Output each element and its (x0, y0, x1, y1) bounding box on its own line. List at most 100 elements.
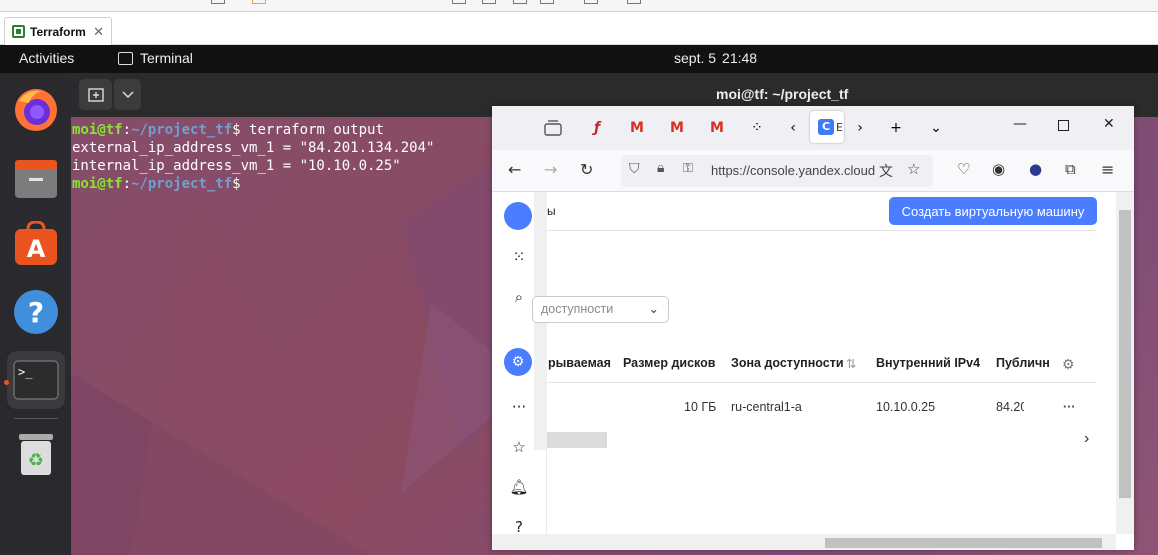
tab-scroll-right[interactable]: › (845, 114, 875, 142)
tab-list-button[interactable] (538, 114, 568, 142)
create-vm-button[interactable]: Создать виртуальную машину (889, 197, 1097, 225)
clock-date: sept. 5 (674, 50, 717, 66)
horizontal-scrollbar[interactable] (492, 534, 1116, 550)
column-header[interactable]: Внутренний IPv4 (876, 356, 980, 370)
tab-gmail-2[interactable]: M (662, 114, 692, 142)
firefox-window: ƒ M M M ⁘ ‹ C E › + ⌄ — ✕ ← → ↻ ⛉ 🔒︎ ⚿ h… (492, 106, 1134, 550)
grid-app-icon: ⁘ (751, 120, 763, 136)
tab-yandex-console[interactable]: C E (810, 111, 844, 143)
prompt-colon: : (122, 122, 132, 138)
horizontal-scroll-thumb[interactable] (825, 538, 1102, 548)
maximize-button[interactable] (1058, 120, 1069, 131)
shield-icon[interactable]: ⛉ (629, 161, 640, 177)
tab-gmail-1[interactable]: M (622, 114, 652, 142)
url-bar[interactable]: ⛉ 🔒︎ ⚿ https://console.yandex.cloud 文 ☆ (621, 155, 933, 187)
header-divider (547, 230, 1097, 231)
active-tab-title: E (836, 120, 843, 134)
tab-grid-app[interactable]: ⁘ (742, 114, 772, 142)
extension-icon[interactable]: ● (1029, 160, 1042, 178)
menu-hamburger-icon[interactable]: ≡ (1101, 160, 1114, 179)
new-tab-button[interactable]: + (881, 114, 911, 142)
svg-text:?: ? (28, 296, 44, 329)
vm-tab-terraform[interactable]: Terraform ✕ (4, 17, 112, 45)
activities-button[interactable]: Activities (19, 50, 74, 66)
app-center-icon: A (15, 221, 57, 265)
bookmark-star-icon[interactable]: ☆ (907, 160, 920, 178)
table-cell-zone: ru-central1-a (731, 400, 802, 414)
svg-text:>_: >_ (18, 365, 33, 379)
prompt-path: ~/project_tf (131, 122, 233, 138)
tab-gmail-3[interactable]: M (702, 114, 732, 142)
dock-app-center[interactable]: A (7, 215, 65, 273)
tab-formula[interactable]: ƒ (582, 114, 612, 142)
toolbar-icon[interactable] (452, 0, 466, 4)
prompt-path: ~/project_tf (131, 176, 233, 192)
app-menu[interactable]: Terminal (118, 50, 193, 66)
more-icon[interactable]: ··· (509, 398, 529, 416)
tab-list-dropdown[interactable]: ⌄ (921, 114, 951, 142)
firefox-tab-strip: ƒ M M M ⁘ ‹ C E › + ⌄ — ✕ (492, 106, 1134, 150)
toolbar-icon[interactable] (584, 0, 598, 4)
sort-icon[interactable]: ⇅ (846, 356, 856, 371)
close-icon[interactable]: ✕ (93, 24, 104, 40)
minimize-button[interactable]: — (1013, 116, 1027, 132)
zone-filter-select[interactable]: доступности ⌄ (532, 296, 669, 323)
close-button[interactable]: ✕ (1103, 116, 1115, 132)
vertical-scrollbar[interactable] (1116, 192, 1134, 534)
chevron-down-icon (121, 90, 134, 98)
new-tab-icon (87, 87, 104, 102)
dock-terminal[interactable]: >_ (7, 351, 65, 409)
vertical-scroll-thumb[interactable] (1119, 210, 1131, 498)
column-header[interactable]: рываемая (548, 356, 611, 370)
prompt-user: moi@tf (72, 122, 123, 138)
toolbar-icon[interactable] (211, 0, 225, 4)
svg-text:A: A (27, 235, 46, 263)
clock[interactable]: sept. 5 21:48 (674, 50, 757, 66)
toolbar-icon[interactable] (540, 0, 554, 4)
formula-icon: ƒ (593, 120, 601, 136)
firefox-icon (15, 89, 57, 131)
toolbar-icon[interactable] (627, 0, 641, 4)
reload-button[interactable]: ↻ (580, 160, 593, 179)
dock-firefox[interactable] (7, 81, 65, 139)
lock-icon[interactable]: 🔒︎ (657, 160, 664, 176)
extensions-puzzle-icon[interactable]: ⧉ (1065, 160, 1076, 178)
back-button[interactable]: ← (508, 160, 521, 179)
dock: A ? >_ ♻ (0, 73, 71, 555)
column-header[interactable]: Зона доступности (731, 356, 844, 370)
tab-scroll-left[interactable]: ‹ (778, 114, 808, 142)
forward-button[interactable]: → (544, 160, 557, 179)
pocket-icon[interactable]: ♡ (957, 160, 970, 178)
settings-gear-icon[interactable]: ⚙ (1062, 356, 1075, 373)
dock-trash[interactable]: ♻ (7, 425, 65, 483)
svg-text:♻: ♻ (28, 450, 44, 471)
toolbar-icon[interactable] (513, 0, 527, 4)
permissions-icon[interactable]: ⚿ (683, 161, 693, 176)
compute-service-icon[interactable]: ⚙ (504, 348, 532, 376)
table-cell-public-ip: 84.201.1: (996, 400, 1024, 414)
row-actions-icon[interactable]: ··· (1063, 400, 1076, 414)
app-menu-label: Terminal (140, 50, 193, 66)
toolbar-icon[interactable] (252, 0, 266, 4)
chevron-right-icon[interactable]: › (1084, 430, 1089, 448)
apps-grid-icon[interactable]: ⁙ (509, 248, 529, 266)
gmail-icon: M (670, 120, 684, 136)
gmail-icon: M (630, 120, 644, 136)
table-horizontal-scroll[interactable] (547, 432, 607, 448)
toolbar-icon[interactable] (482, 0, 496, 4)
search-icon[interactable]: ⌕ (509, 288, 529, 306)
bell-icon[interactable]: 🔔︎ (509, 478, 529, 496)
translate-icon[interactable]: 文 (879, 161, 893, 181)
column-header[interactable]: Размер дисков (623, 356, 715, 370)
dock-files[interactable] (7, 149, 65, 207)
dock-help[interactable]: ? (7, 283, 65, 341)
prompt-dollar: $ (232, 176, 241, 192)
yandex-cloud-logo-icon[interactable] (504, 202, 532, 230)
column-header[interactable]: Публичн (996, 356, 1050, 370)
new-tab-button[interactable] (79, 79, 112, 110)
terminal-icon (118, 51, 133, 65)
url-text[interactable]: https://console.yandex.cloud (711, 163, 876, 178)
menu-dropdown-button[interactable] (114, 79, 141, 110)
account-icon[interactable]: ◉ (992, 160, 1005, 178)
favorites-star-icon[interactable]: ☆ (509, 438, 529, 456)
